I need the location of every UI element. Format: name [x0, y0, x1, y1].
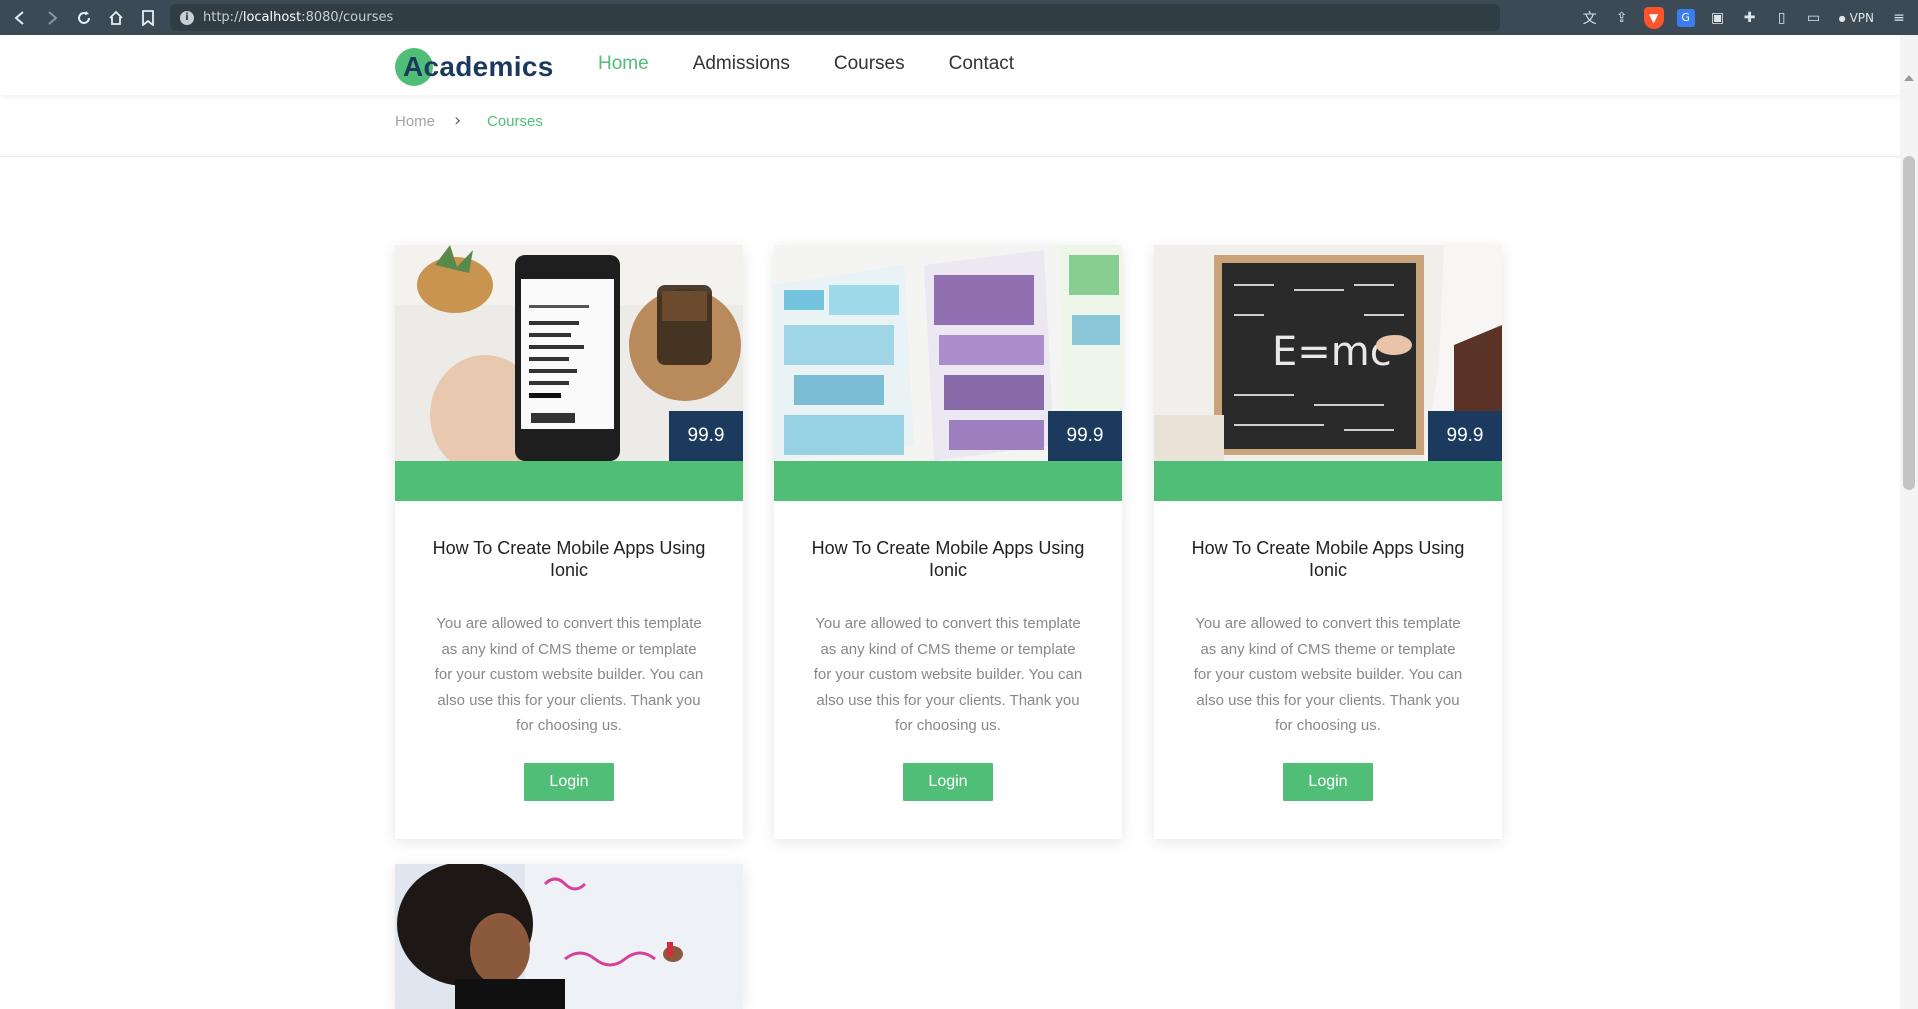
- course-title[interactable]: How To Create Mobile Apps Using Ionic: [1184, 537, 1472, 581]
- card-band: [774, 461, 1122, 501]
- scrollbar-thumb[interactable]: [1903, 156, 1915, 490]
- toolbar-right: 文 ⇪ ▼ G ▣ ✚ ▯ ▭ VPN ≡: [1577, 0, 1912, 35]
- site-header: Academics Home Admissions Courses Contac…: [0, 35, 1900, 95]
- nav-contact[interactable]: Contact: [949, 53, 1014, 75]
- course-title[interactable]: How To Create Mobile Apps Using Ionic: [425, 537, 713, 581]
- info-icon[interactable]: i: [180, 10, 194, 25]
- main-nav: Home Admissions Courses Contact: [598, 53, 1058, 75]
- browser-toolbar: i http://localhost:8080/courses 文 ⇪ ▼ G …: [0, 0, 1918, 35]
- price-badge: 99.9: [669, 411, 743, 461]
- course-image[interactable]: 99.9: [774, 245, 1122, 461]
- course-image[interactable]: E=mc² 99.9: [1154, 245, 1502, 461]
- home-icon[interactable]: [100, 0, 132, 35]
- url-text: http://localhost:8080/courses: [203, 10, 394, 25]
- extension-icon[interactable]: ▣: [1705, 5, 1731, 31]
- course-description: You are allowed to convert this template…: [813, 615, 1083, 734]
- login-button[interactable]: Login: [524, 763, 614, 801]
- scroll-up-icon[interactable]: [1904, 75, 1914, 81]
- price-badge: 99.9: [1428, 411, 1502, 461]
- course-image[interactable]: [395, 864, 743, 1009]
- brave-shield-icon[interactable]: ▼: [1641, 5, 1667, 31]
- reload-icon[interactable]: [68, 0, 100, 35]
- share-icon[interactable]: ⇪: [1609, 5, 1635, 31]
- course-title[interactable]: How To Create Mobile Apps Using Ionic: [804, 537, 1092, 581]
- login-button[interactable]: Login: [903, 763, 993, 801]
- address-bar[interactable]: i http://localhost:8080/courses: [170, 4, 1500, 31]
- course-image[interactable]: 99.9: [395, 245, 743, 461]
- breadcrumb: Home › Courses: [0, 96, 1900, 157]
- forward-icon[interactable]: [36, 0, 68, 35]
- translate-icon[interactable]: 文: [1577, 5, 1603, 31]
- course-description: You are allowed to convert this template…: [1193, 615, 1463, 734]
- breadcrumb-home[interactable]: Home: [395, 113, 435, 130]
- course-card: 99.9 How To Create Mobile Apps Using Ion…: [774, 245, 1122, 839]
- nav-courses[interactable]: Courses: [834, 53, 905, 75]
- course-card: [395, 864, 743, 1009]
- breadcrumb-separator: ›: [454, 110, 462, 131]
- course-description: You are allowed to convert this template…: [434, 615, 704, 734]
- course-card: E=mc² 99.9 How To Create Mobile Apps Usi…: [1154, 245, 1502, 839]
- nav-home[interactable]: Home: [598, 53, 649, 75]
- course-card: 99.9 How To Create Mobile Apps Using Ion…: [395, 245, 743, 839]
- login-button[interactable]: Login: [1283, 763, 1373, 801]
- logo[interactable]: Academics: [395, 47, 554, 87]
- card-band: [1154, 461, 1502, 501]
- logo-text: Academics: [403, 51, 554, 82]
- puzzle-icon[interactable]: ✚: [1737, 5, 1763, 31]
- breadcrumb-current: Courses: [487, 113, 543, 130]
- price-badge: 99.9: [1048, 411, 1122, 461]
- back-icon[interactable]: [4, 0, 36, 35]
- sidebar-icon[interactable]: ▯: [1769, 5, 1795, 31]
- wallet-icon[interactable]: ▭: [1801, 5, 1827, 31]
- card-band: [395, 461, 743, 501]
- vpn-button[interactable]: VPN: [1833, 11, 1880, 25]
- menu-icon[interactable]: ≡: [1886, 5, 1912, 31]
- bookmark-icon[interactable]: [132, 0, 164, 35]
- nav-admissions[interactable]: Admissions: [693, 53, 790, 75]
- google-translate-icon[interactable]: G: [1673, 5, 1699, 31]
